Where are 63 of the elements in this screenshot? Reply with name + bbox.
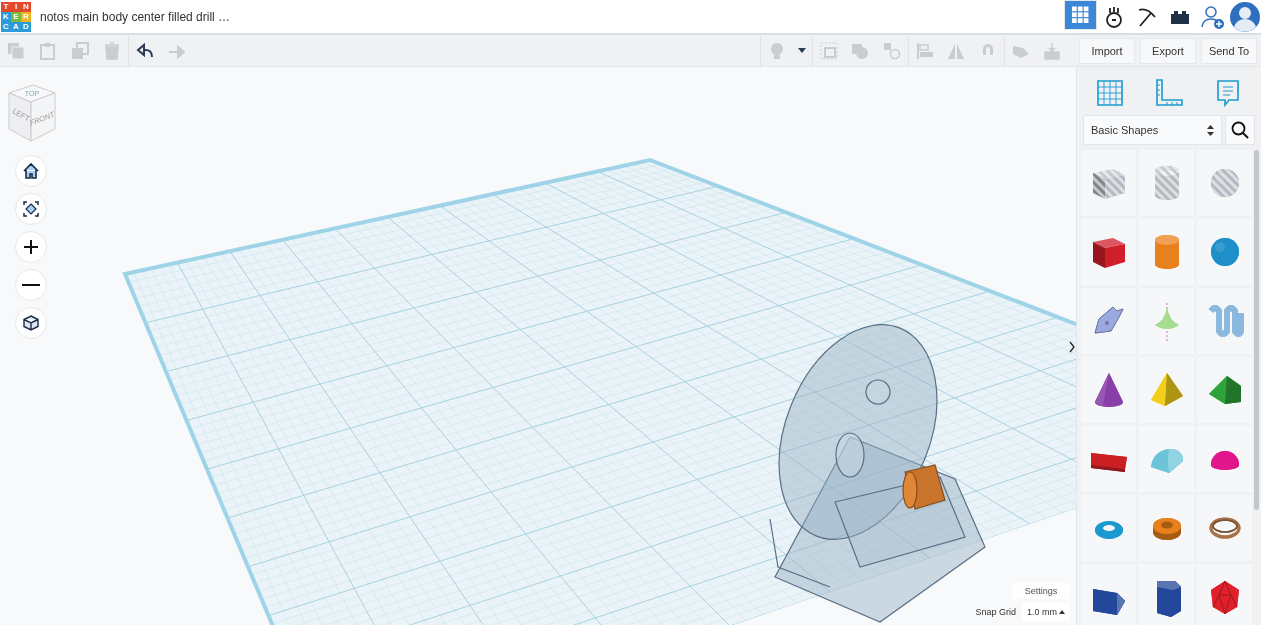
shape-tile[interactable] <box>1139 150 1194 216</box>
cube-icon <box>22 314 40 332</box>
home-icon <box>22 162 40 180</box>
align-icon <box>915 41 934 60</box>
shape-tile[interactable] <box>1139 288 1194 354</box>
group-icon <box>819 41 838 60</box>
search-icon <box>1231 121 1249 139</box>
fit-view-icon <box>22 200 40 218</box>
download-icon <box>1043 41 1061 60</box>
avatar-icon <box>1230 1 1260 32</box>
search-button[interactable] <box>1225 115 1255 145</box>
shape-tile[interactable] <box>1139 426 1194 492</box>
shape-tile[interactable] <box>1081 495 1136 561</box>
undo-icon <box>135 41 154 60</box>
union-icon <box>851 41 869 60</box>
fit-view-button[interactable] <box>15 193 47 225</box>
caret-icon <box>1059 610 1065 614</box>
clipboard-icon <box>39 41 57 60</box>
shape-tile[interactable] <box>1139 219 1194 285</box>
duplicate-icon <box>71 41 89 60</box>
grid-icon <box>1072 6 1089 24</box>
shape-tile[interactable] <box>1197 357 1252 423</box>
home-button[interactable] <box>15 155 47 187</box>
perspective-button[interactable] <box>15 307 47 339</box>
shape-tile[interactable] <box>1197 564 1252 625</box>
plus-icon <box>22 238 40 256</box>
settings-button[interactable]: Settings <box>1012 583 1070 599</box>
ruler-icon <box>1154 78 1184 108</box>
chevron-icon <box>1069 341 1075 353</box>
avatar-button[interactable] <box>1229 0 1261 33</box>
grid-icon <box>1095 78 1126 108</box>
shape-tile[interactable] <box>1139 564 1194 625</box>
updown-icon <box>1207 124 1214 136</box>
shape-tile[interactable] <box>1081 564 1136 625</box>
shape-tile[interactable] <box>1197 219 1252 285</box>
toolbar-button[interactable]: Import <box>1079 37 1135 64</box>
shape-tile[interactable] <box>1197 495 1252 561</box>
shape-tile[interactable] <box>1081 426 1136 492</box>
brick-icon <box>1169 8 1190 25</box>
caret-icon <box>798 48 806 53</box>
add-user-icon <box>1199 3 1226 30</box>
snap-grid-label: Snap Grid <box>975 607 1016 617</box>
shape-tile[interactable] <box>1139 495 1194 561</box>
zoom-in-button[interactable] <box>15 231 47 263</box>
shape-tile[interactable] <box>1197 150 1252 216</box>
trash-icon <box>103 41 121 60</box>
copy-icon <box>7 41 25 60</box>
design-title[interactable]: notos main body center filled drill … <box>40 9 231 24</box>
shape-tile[interactable] <box>1197 288 1252 354</box>
zoom-out-button[interactable] <box>15 269 47 301</box>
shape-category-select[interactable]: Basic Shapes <box>1083 115 1222 145</box>
minus-icon <box>22 284 40 286</box>
shape-tile[interactable] <box>1081 357 1136 423</box>
shape-tile[interactable] <box>1081 150 1136 216</box>
shape-tile[interactable] <box>1081 288 1136 354</box>
design-view-button[interactable] <box>1064 0 1097 30</box>
toolbar-button[interactable]: Send To <box>1201 37 1257 64</box>
shape-tile[interactable] <box>1081 219 1136 285</box>
snap-grid-dropdown[interactable]: 1.0 mm <box>1022 603 1070 621</box>
toolbar-button[interactable]: Export <box>1140 37 1196 64</box>
logo[interactable]: T I N K E R C A D <box>1 1 31 32</box>
shape-tile[interactable] <box>1139 357 1194 423</box>
shape-tile[interactable] <box>1197 426 1252 492</box>
